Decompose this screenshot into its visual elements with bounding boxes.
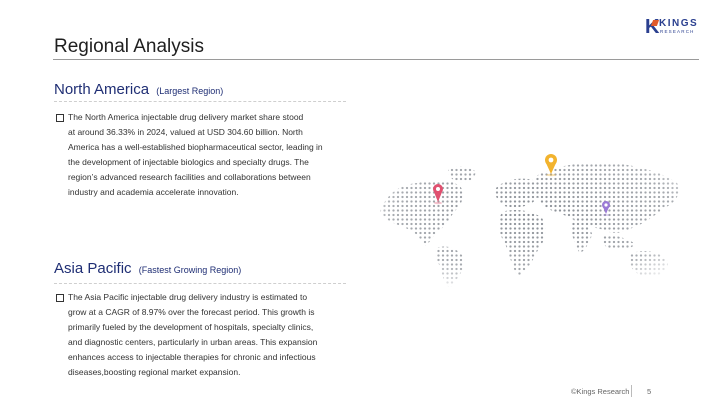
paragraph-line: and diagnostic centers, particularly in … <box>68 337 318 347</box>
north-america-heading: North America (Largest Region) <box>54 81 223 98</box>
logo-subtext: RESEARCH <box>660 29 695 34</box>
north-america-title: North America <box>54 81 150 98</box>
asia-pacific-title: Asia Pacific <box>54 260 132 277</box>
asia-pacific-subtitle: (Fastest Growing Region) <box>138 265 242 275</box>
footer-copyright: ©Kings Research <box>571 387 630 396</box>
asia-pacific-bullet-icon <box>56 294 64 302</box>
kings-research-logo: K KINGS RESEARCH <box>645 17 707 37</box>
title-divider <box>53 59 699 60</box>
north-america-paragraph: The North America injectable drug delive… <box>68 110 353 200</box>
world-map-illustration <box>378 150 690 290</box>
paragraph-line: at around 36.33% in 2024, valued at USD … <box>68 127 303 137</box>
paragraph-line: the development of injectable biologics … <box>68 157 309 167</box>
paragraph-line: The North America injectable drug delive… <box>68 112 304 122</box>
asia-pacific-paragraph: The Asia Pacific injectable drug deliver… <box>68 290 353 380</box>
paragraph-line: industry and academia accelerate innovat… <box>68 187 239 197</box>
paragraph-line: grow at a CAGR of 8.97% over the forecas… <box>68 307 315 317</box>
north-america-subtitle: (Largest Region) <box>156 86 224 96</box>
paragraph-line: diseases,boosting regional market expans… <box>68 367 241 377</box>
page-title: Regional Analysis <box>54 36 204 57</box>
asia-pacific-divider <box>54 283 346 284</box>
north-america-bullet-icon <box>56 114 64 122</box>
paragraph-line: region’s advanced research facilities an… <box>68 172 311 182</box>
logo-wordmark: KINGS <box>659 18 699 29</box>
paragraph-line: The Asia Pacific injectable drug deliver… <box>68 292 308 302</box>
north-america-divider <box>54 101 346 102</box>
asia-pacific-heading: Asia Pacific (Fastest Growing Region) <box>54 260 241 277</box>
paragraph-line: America has a well-established biopharma… <box>68 142 323 152</box>
footer-divider <box>631 385 632 397</box>
page-number: 5 <box>647 387 652 396</box>
paragraph-line: primarily fueled by the development of h… <box>68 322 314 332</box>
paragraph-line: enhances access to injectable therapies … <box>68 352 316 362</box>
